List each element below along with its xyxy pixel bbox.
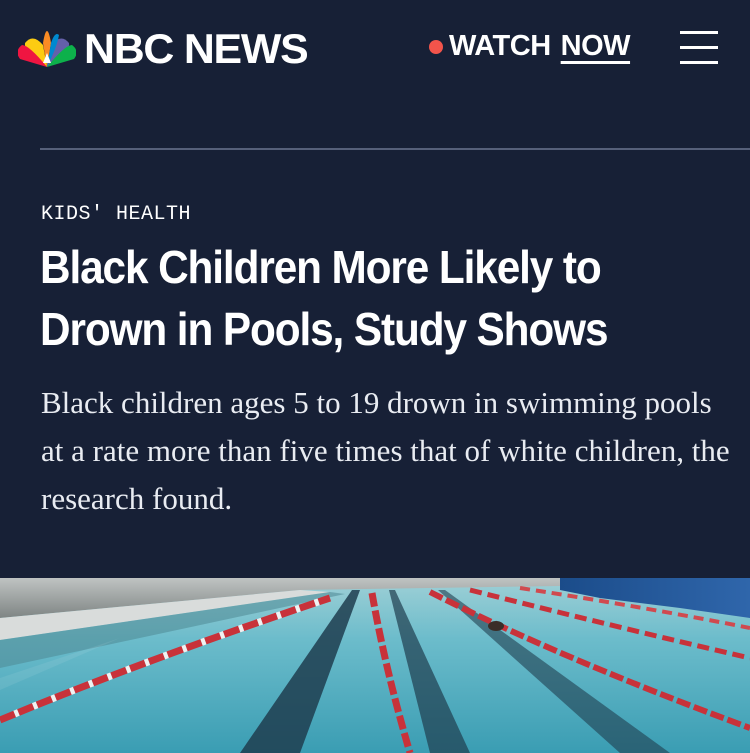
live-dot-icon — [429, 39, 443, 54]
watch-label: WATCH — [449, 30, 551, 62]
header-divider — [40, 148, 750, 150]
brand-name: NBC NEWS — [84, 25, 309, 72]
category-label[interactable]: KIDS' HEALTH — [41, 203, 191, 226]
watch-now-link[interactable]: WATCH NOW — [429, 30, 631, 62]
swimmer — [488, 621, 504, 631]
nbc-news-logo[interactable]: NBC NEWS — [18, 28, 309, 70]
menu-bar-top — [680, 31, 718, 34]
article-headline: Black Children More Likely to Drown in P… — [40, 241, 609, 355]
pool-illustration — [0, 578, 750, 753]
hero-image-swimming-pool — [0, 578, 750, 753]
now-label: NOW — [560, 30, 631, 62]
nbc-peacock-icon — [18, 31, 76, 67]
menu-bar-bottom — [680, 61, 718, 64]
article-dek: Black children ages 5 to 19 drown in swi… — [41, 385, 730, 516]
menu-bar-middle — [680, 46, 718, 49]
hamburger-menu-icon[interactable] — [680, 31, 718, 65]
site-header: NBC NEWS WATCH NOW — [0, 0, 750, 100]
